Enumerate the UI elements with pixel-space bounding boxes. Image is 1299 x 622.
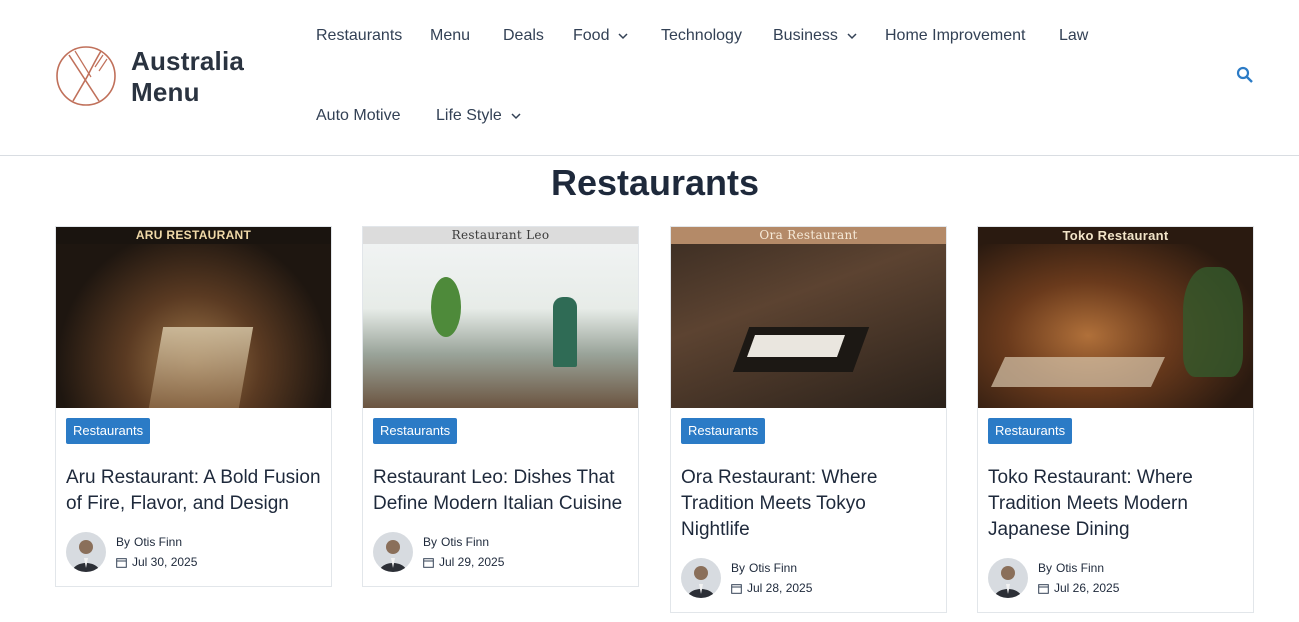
post-date: Jul 30, 2025 [116,555,197,569]
image-plant [431,277,461,337]
post-image[interactable]: Restaurant Leo [363,227,638,408]
post-byline: By Otis Finn [423,535,489,549]
nav-label: Menu [430,27,471,44]
person-icon [687,566,715,598]
nav-label: Life Style [436,107,502,124]
post-byline: By Otis Finn [116,535,182,549]
nav-business[interactable]: Business [773,25,858,47]
person-icon [379,540,407,572]
image-banner-text: Ora Restaurant [671,227,946,244]
image-table [991,357,1165,387]
category-badge[interactable]: Restaurants [66,418,151,444]
post-image[interactable]: Toko Restaurant [978,227,1253,408]
date-text: Jul 26, 2025 [1054,581,1120,595]
date-text: Jul 28, 2025 [747,581,813,595]
nav-label: Auto Motive [316,107,401,124]
author-name[interactable]: Otis Finn [1056,561,1104,575]
nav-label: Home Improvement [885,27,1026,44]
chevron-down-icon [847,33,857,40]
image-banner-text: Restaurant Leo [363,227,638,244]
nav-label: Law [1059,27,1089,44]
post-byline: By Otis Finn [731,561,797,575]
calendar-icon [423,557,434,568]
brand-line-1: Australia [131,46,245,76]
chevron-down-icon [511,113,521,120]
calendar-icon [1038,583,1049,594]
nav-restaurants[interactable]: Restaurants [316,25,402,47]
nav-auto-motive[interactable]: Auto Motive [316,105,400,127]
image-plant [1183,267,1243,377]
post-byline: By Otis Finn [1038,561,1104,575]
by-label: By [423,535,438,549]
logo-fork-knife-icon[interactable] [55,45,117,107]
page-title: Restaurants [550,162,760,203]
by-label: By [731,561,746,575]
person-icon [72,540,100,572]
site-header: Australia Menu Restaurants Menu Deals Fo… [0,0,1299,156]
category-badge[interactable]: Restaurants [681,418,766,444]
author-avatar[interactable] [681,558,721,598]
brand-line-2: Menu [131,77,200,107]
post-card: ARU RESTAURANT Restaurants Aru Restauran… [55,226,332,587]
nav-label: Restaurants [316,27,403,44]
nav-deals[interactable]: Deals [503,25,544,47]
post-title[interactable]: Restaurant Leo: Dishes That Define Moder… [373,465,631,517]
nav-label: Business [773,27,838,44]
author-avatar[interactable] [988,558,1028,598]
image-banner-text: Toko Restaurant [978,227,1253,244]
image-table [148,327,254,408]
calendar-icon [731,583,742,594]
post-date: Jul 28, 2025 [731,581,812,595]
post-image[interactable]: ARU RESTAURANT [56,227,331,408]
search-icon[interactable] [1236,66,1254,84]
post-image[interactable]: Ora Restaurant [671,227,946,408]
nav-menu[interactable]: Menu [430,25,470,47]
author-avatar[interactable] [373,532,413,572]
image-waiter [553,297,577,367]
author-name[interactable]: Otis Finn [749,561,797,575]
author-name[interactable]: Otis Finn [441,535,489,549]
image-banner-text: ARU RESTAURANT [56,227,331,244]
date-text: Jul 29, 2025 [439,555,505,569]
author-name[interactable]: Otis Finn [134,535,182,549]
post-card: Restaurant Leo Restaurants Restaurant Le… [362,226,639,587]
nav-law[interactable]: Law [1059,25,1088,47]
nav-label: Technology [661,27,742,44]
person-icon [994,566,1022,598]
calendar-icon [116,557,127,568]
author-avatar[interactable] [66,532,106,572]
post-title[interactable]: Toko Restaurant: Where Tradition Meets M… [988,465,1246,543]
nav-label: Food [573,27,610,44]
category-badge[interactable]: Restaurants [373,418,458,444]
nav-life-style[interactable]: Life Style [436,105,522,127]
nav-label: Deals [503,27,544,44]
nav-home-improvement[interactable]: Home Improvement [885,25,1026,47]
by-label: By [116,535,131,549]
post-date: Jul 26, 2025 [1038,581,1119,595]
date-text: Jul 30, 2025 [132,555,198,569]
post-card: Ora Restaurant Restaurants Ora Restauran… [670,226,947,613]
category-badge[interactable]: Restaurants [988,418,1073,444]
post-title[interactable]: Ora Restaurant: Where Tradition Meets To… [681,465,939,543]
image-menu [746,335,846,357]
site-brand[interactable]: Australia Menu [131,46,261,108]
nav-technology[interactable]: Technology [661,25,742,47]
by-label: By [1038,561,1053,575]
post-card: Toko Restaurant Restaurants Toko Restaur… [977,226,1254,613]
nav-food[interactable]: Food [573,25,629,47]
post-title[interactable]: Aru Restaurant: A Bold Fusion of Fire, F… [66,465,324,517]
chevron-down-icon [618,33,628,40]
post-date: Jul 29, 2025 [423,555,504,569]
